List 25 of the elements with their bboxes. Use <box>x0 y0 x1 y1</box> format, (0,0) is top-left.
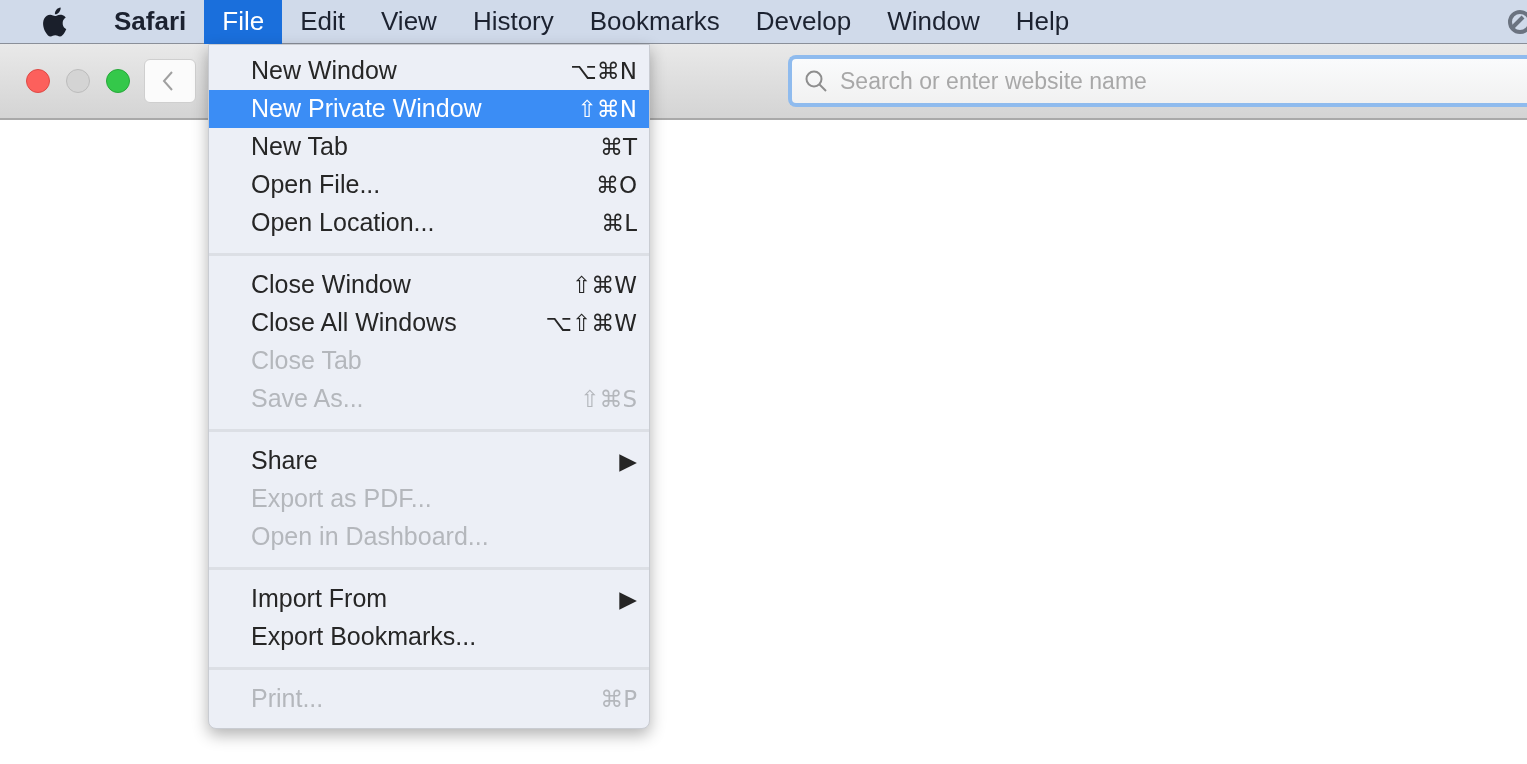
menu-item[interactable]: Export Bookmarks... <box>209 618 649 656</box>
menu-bar-item[interactable]: Bookmarks <box>571 0 738 44</box>
back-button[interactable] <box>144 59 196 103</box>
menu-item[interactable]: New Tab ⌘T <box>209 128 649 166</box>
close-window-button[interactable] <box>26 69 50 93</box>
menu-item[interactable]: New Window ⌥⌘N <box>209 52 649 90</box>
zoom-window-button[interactable] <box>106 69 130 93</box>
search-icon <box>804 69 828 93</box>
menu-item[interactable]: Open Location... ⌘L <box>209 204 649 242</box>
menu-item[interactable]: Close All Windows ⌥⇧⌘W <box>209 304 649 342</box>
menu-bar-item[interactable]: Help <box>997 0 1088 44</box>
menu-bar-item[interactable]: Window <box>869 0 998 44</box>
menu-bar-item[interactable]: Edit <box>282 0 363 44</box>
menu-item[interactable]: Share ▶ <box>209 442 649 480</box>
menu-bar-item[interactable]: File <box>204 0 283 44</box>
menu-item[interactable]: Open File... ⌘O <box>209 166 649 204</box>
apple-logo-icon[interactable] <box>40 5 68 38</box>
chevron-left-icon <box>161 70 175 92</box>
menu-item[interactable]: Import From ▶ <box>209 580 649 618</box>
menu-bar-item[interactable]: Develop <box>737 0 870 44</box>
search-field[interactable]: Search or enter website name <box>788 55 1527 107</box>
menu-bar-item[interactable]: History <box>454 0 572 44</box>
menu-bar-item[interactable]: View <box>363 0 455 44</box>
menu-bar-item[interactable]: Safari <box>96 0 205 44</box>
menu-item[interactable]: Close Window ⇧⌘W <box>209 266 649 304</box>
